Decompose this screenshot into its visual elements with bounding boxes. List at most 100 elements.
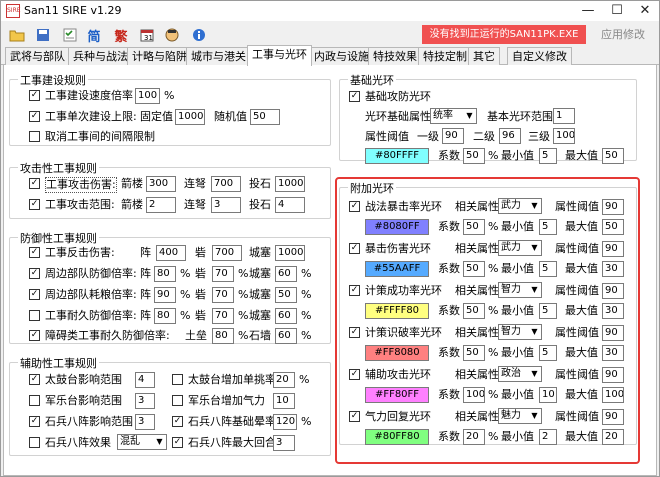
aura-color-button[interactable]: #FF8080 bbox=[365, 345, 429, 361]
r1-castle-input[interactable]: 60 bbox=[275, 266, 297, 282]
tab-other[interactable]: 其它 bbox=[468, 47, 500, 65]
drum-add-input[interactable]: 20 bbox=[273, 372, 295, 388]
construct-speed-input[interactable]: 100 bbox=[135, 88, 160, 104]
stone-range-checkbox[interactable]: ✓ bbox=[29, 416, 40, 427]
aura-min-input[interactable]: 5 bbox=[539, 345, 557, 361]
aura-threshold-input[interactable]: 90 bbox=[602, 409, 624, 425]
tab-domestic[interactable]: 内政与设施 bbox=[309, 47, 374, 65]
base-color-button[interactable]: #80FFFF bbox=[365, 148, 429, 164]
aura-checkbox[interactable]: ✓ bbox=[349, 285, 360, 296]
music-range-checkbox[interactable] bbox=[29, 395, 40, 406]
reflect-castle-input[interactable]: 1000 bbox=[275, 245, 305, 261]
aura-coef-input[interactable]: 50 bbox=[463, 261, 485, 277]
info-icon[interactable] bbox=[190, 26, 208, 44]
traditional-button[interactable]: 繁 bbox=[112, 26, 130, 45]
aura-checkbox[interactable]: ✓ bbox=[349, 327, 360, 338]
aura-attr-select[interactable]: 政治 ▼ bbox=[498, 366, 542, 382]
base-defense-checkbox[interactable]: ✓ bbox=[349, 91, 360, 102]
aura-max-input[interactable]: 30 bbox=[602, 303, 624, 319]
open-folder-icon[interactable] bbox=[8, 26, 26, 44]
reflect-camp-input[interactable]: 400 bbox=[156, 245, 186, 261]
r2-checkbox[interactable]: ✓ bbox=[29, 289, 40, 300]
aura-color-button[interactable]: #55AAFF bbox=[365, 261, 429, 277]
attack-crit-checkbox[interactable]: ✓ bbox=[29, 178, 40, 189]
construct-speed-checkbox[interactable]: ✓ bbox=[29, 90, 40, 101]
aura-coef-input[interactable]: 100 bbox=[463, 387, 485, 403]
aura-color-button[interactable]: #FFFF80 bbox=[365, 303, 429, 319]
r2-fort-input[interactable]: 70 bbox=[212, 287, 234, 303]
tab-strategy[interactable]: 计略与陷阱 bbox=[127, 47, 192, 65]
reflect-fort-input[interactable]: 700 bbox=[212, 245, 242, 261]
save-icon[interactable] bbox=[34, 26, 52, 44]
aura-attr-select[interactable]: 武力 ▼ bbox=[498, 198, 542, 214]
simplified-button[interactable]: 简 bbox=[85, 26, 103, 45]
aura-threshold-input[interactable]: 90 bbox=[602, 325, 624, 341]
aura-min-input[interactable]: 5 bbox=[539, 219, 557, 235]
aura-attr-select[interactable]: 智力 ▼ bbox=[498, 324, 542, 340]
aura-attr-select[interactable]: 智力 ▼ bbox=[498, 282, 542, 298]
aura-max-input[interactable]: 30 bbox=[602, 345, 624, 361]
r3-castle-input[interactable]: 60 bbox=[275, 308, 297, 324]
r1-camp-input[interactable]: 80 bbox=[154, 266, 176, 282]
aura-max-input[interactable]: 50 bbox=[602, 219, 624, 235]
stone-base-checkbox[interactable]: ✓ bbox=[172, 416, 183, 427]
tab-generals[interactable]: 武将与部队 bbox=[5, 47, 70, 65]
r3-checkbox[interactable] bbox=[29, 310, 40, 321]
stone-effect-select[interactable]: 混乱 ▼ bbox=[117, 434, 167, 450]
stone-effect-checkbox[interactable] bbox=[29, 437, 40, 448]
tab-construction[interactable]: 工事与光环 bbox=[247, 45, 312, 66]
stone-max-input[interactable]: 3 bbox=[273, 435, 295, 451]
aura-min-input[interactable]: 5 bbox=[539, 303, 557, 319]
range-crossbow-input[interactable]: 3 bbox=[211, 197, 241, 213]
crit-crossbow-input[interactable]: 700 bbox=[211, 176, 241, 192]
aura-coef-input[interactable]: 50 bbox=[463, 345, 485, 361]
crit-catapult-input[interactable]: 1000 bbox=[275, 176, 305, 192]
aura-color-button[interactable]: #80FF80 bbox=[365, 429, 429, 445]
aura-attr-select[interactable]: 魅力 ▼ bbox=[498, 408, 542, 424]
aura-min-input[interactable]: 10 bbox=[539, 387, 557, 403]
tab-skill-effects[interactable]: 特技效果 bbox=[368, 47, 422, 65]
stone-base-input[interactable]: 120 bbox=[273, 414, 297, 430]
r1-fort-input[interactable]: 70 bbox=[212, 266, 234, 282]
calendar-icon[interactable]: 31 bbox=[138, 26, 156, 44]
lv1-input[interactable]: 90 bbox=[442, 128, 464, 144]
aura-coef-input[interactable]: 20 bbox=[463, 429, 485, 445]
base-attr-select[interactable]: 统率 ▼ bbox=[430, 108, 477, 124]
base-max-input[interactable]: 50 bbox=[602, 148, 624, 164]
r3-camp-input[interactable]: 80 bbox=[154, 308, 176, 324]
r4-checkbox[interactable]: ✓ bbox=[29, 330, 40, 341]
cancel-interval-checkbox[interactable] bbox=[29, 131, 40, 142]
aura-coef-input[interactable]: 50 bbox=[463, 303, 485, 319]
r4-earth-input[interactable]: 80 bbox=[212, 328, 234, 344]
range-arrow-input[interactable]: 2 bbox=[146, 197, 176, 213]
range-catapult-input[interactable]: 4 bbox=[275, 197, 305, 213]
aura-max-input[interactable]: 30 bbox=[602, 261, 624, 277]
music-range-input[interactable]: 3 bbox=[135, 393, 155, 409]
random-input[interactable]: 50 bbox=[250, 109, 280, 125]
crit-arrow-input[interactable]: 300 bbox=[146, 176, 176, 192]
r1-checkbox[interactable]: ✓ bbox=[29, 268, 40, 279]
aura-coef-input[interactable]: 50 bbox=[463, 219, 485, 235]
music-add-checkbox[interactable] bbox=[172, 395, 183, 406]
aura-threshold-input[interactable]: 90 bbox=[602, 283, 624, 299]
tab-custom-mod[interactable]: 自定义修改 bbox=[507, 47, 572, 65]
aura-attr-select[interactable]: 武力 ▼ bbox=[498, 240, 542, 256]
tab-cities[interactable]: 城市与港关 bbox=[186, 47, 251, 65]
base-coef-input[interactable]: 50 bbox=[463, 148, 485, 164]
stone-max-checkbox[interactable]: ✓ bbox=[172, 437, 183, 448]
r4-stone-input[interactable]: 60 bbox=[275, 328, 297, 344]
close-button[interactable]: ✕ bbox=[630, 1, 660, 21]
drum-range-input[interactable]: 4 bbox=[135, 372, 155, 388]
construct-limit-checkbox[interactable]: ✓ bbox=[29, 111, 40, 122]
aura-min-input[interactable]: 2 bbox=[539, 429, 557, 445]
aura-max-input[interactable]: 100 bbox=[602, 387, 624, 403]
tab-troops[interactable]: 兵种与战法 bbox=[68, 47, 133, 65]
tab-skill-custom[interactable]: 特技定制 bbox=[418, 47, 472, 65]
aura-checkbox[interactable]: ✓ bbox=[349, 369, 360, 380]
aura-threshold-input[interactable]: 90 bbox=[602, 241, 624, 257]
attack-range-checkbox[interactable]: ✓ bbox=[29, 199, 40, 210]
aura-checkbox[interactable]: ✓ bbox=[349, 243, 360, 254]
drum-add-checkbox[interactable] bbox=[172, 374, 183, 385]
base-min-input[interactable]: 5 bbox=[539, 148, 557, 164]
checklist-icon[interactable] bbox=[61, 26, 79, 44]
